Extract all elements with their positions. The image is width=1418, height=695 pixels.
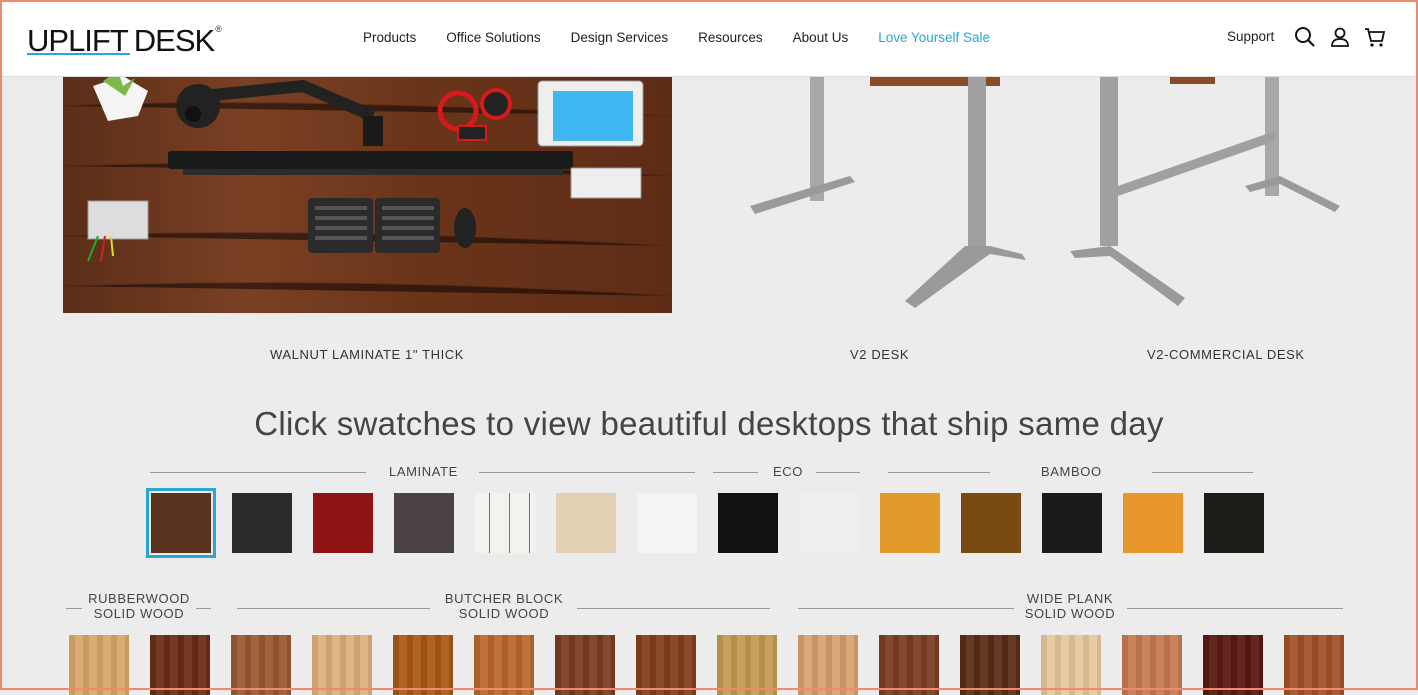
divider <box>1127 608 1343 609</box>
desktop-swatch[interactable] <box>394 493 454 553</box>
divider <box>1152 472 1253 473</box>
v2-desk-image[interactable] <box>700 76 1055 316</box>
group-wide-plank-line1: WIDE PLANK <box>1026 591 1114 606</box>
logo-word-uplift: UPLIFT <box>27 23 129 58</box>
divider <box>816 472 860 473</box>
group-laminate-label: LAMINATE <box>389 464 458 479</box>
group-eco-label: ECO <box>773 464 803 479</box>
desktop-swatch[interactable] <box>312 635 372 695</box>
group-bamboo-label: BAMBOO <box>1041 464 1102 479</box>
desktop-swatch[interactable] <box>69 635 129 695</box>
desktop-swatch[interactable] <box>313 493 373 553</box>
desktop-swatch[interactable] <box>1284 635 1344 695</box>
logo-registered-mark: ® <box>215 24 222 34</box>
desktop-swatch[interactable] <box>556 493 616 553</box>
cart-icon[interactable] <box>1364 26 1386 48</box>
search-icon[interactable] <box>1294 26 1316 48</box>
main-nav: Products Office Solutions Design Service… <box>363 30 990 45</box>
desktop-swatch[interactable] <box>474 635 534 695</box>
nav-love-yourself-sale[interactable]: Love Yourself Sale <box>878 30 990 45</box>
swatch-section-title: Click swatches to view beautiful desktop… <box>254 405 1164 442</box>
desktop-swatch[interactable] <box>636 635 696 695</box>
divider <box>237 608 430 609</box>
divider <box>196 608 211 609</box>
desktop-swatch[interactable] <box>555 635 615 695</box>
desktop-swatch[interactable] <box>393 635 453 695</box>
walnut-desktop-image[interactable] <box>63 76 672 313</box>
divider <box>577 608 770 609</box>
group-rubberwood-line2: SOLID WOOD <box>93 606 185 621</box>
desktop-swatch[interactable] <box>718 493 778 553</box>
uplift-desk-logo[interactable]: UPLIFT DESK ® <box>27 22 222 56</box>
group-butcher-block-label: BUTCHER BLOCK SOLID WOOD <box>440 591 568 621</box>
desktop-swatch[interactable] <box>1042 493 1102 553</box>
group-butcher-line2: SOLID WOOD <box>458 606 550 621</box>
caption-walnut-laminate: WALNUT LAMINATE 1" THICK <box>270 347 465 362</box>
desktop-swatch[interactable] <box>1203 635 1263 695</box>
desktop-swatch[interactable] <box>717 635 777 695</box>
group-rubberwood-line1: RUBBERWOOD <box>88 591 190 606</box>
caption-v2-desk: V2 DESK <box>850 347 910 362</box>
divider <box>479 472 695 473</box>
site-header: UPLIFT DESK ® Products Office Solutions … <box>0 0 1418 77</box>
desktop-swatch[interactable] <box>799 493 859 553</box>
divider <box>798 608 1014 609</box>
divider <box>150 472 366 473</box>
desktop-swatch[interactable] <box>1123 493 1183 553</box>
desktop-swatch[interactable] <box>146 488 216 558</box>
desktop-swatch[interactable] <box>1204 493 1264 553</box>
desktop-swatch[interactable] <box>960 635 1020 695</box>
logo-underline <box>27 53 130 55</box>
nav-about-us[interactable]: About Us <box>793 30 849 45</box>
group-wide-plank-label: WIDE PLANK SOLID WOOD <box>1020 591 1120 621</box>
group-butcher-line1: BUTCHER BLOCK <box>444 591 564 606</box>
desktop-swatch[interactable] <box>231 635 291 695</box>
desktop-swatch[interactable] <box>150 635 210 695</box>
v2-commercial-desk-image[interactable] <box>1050 76 1380 316</box>
support-link[interactable]: Support <box>1227 29 1274 44</box>
desktop-swatch[interactable] <box>637 493 697 553</box>
nav-office-solutions[interactable]: Office Solutions <box>446 30 540 45</box>
desktop-swatch[interactable] <box>1122 635 1182 695</box>
nav-resources[interactable]: Resources <box>698 30 763 45</box>
divider <box>713 472 758 473</box>
group-rubberwood-label: RUBBERWOOD SOLID WOOD <box>86 591 192 621</box>
divider <box>888 472 990 473</box>
desktop-swatch[interactable] <box>879 635 939 695</box>
desktop-swatch[interactable] <box>798 635 858 695</box>
desktop-swatch[interactable] <box>232 493 292 553</box>
desktop-swatch[interactable] <box>880 493 940 553</box>
desktop-swatch[interactable] <box>961 493 1021 553</box>
desktop-swatch[interactable] <box>1041 635 1101 695</box>
account-icon[interactable] <box>1329 26 1351 48</box>
desktop-swatch[interactable] <box>475 493 535 553</box>
nav-products[interactable]: Products <box>363 30 416 45</box>
logo-word-desk: DESK <box>133 23 215 58</box>
divider <box>66 608 82 609</box>
caption-v2-commercial-desk: V2-COMMERCIAL DESK <box>1147 347 1305 362</box>
nav-design-services[interactable]: Design Services <box>571 30 669 45</box>
group-wide-plank-line2: SOLID WOOD <box>1024 606 1116 621</box>
